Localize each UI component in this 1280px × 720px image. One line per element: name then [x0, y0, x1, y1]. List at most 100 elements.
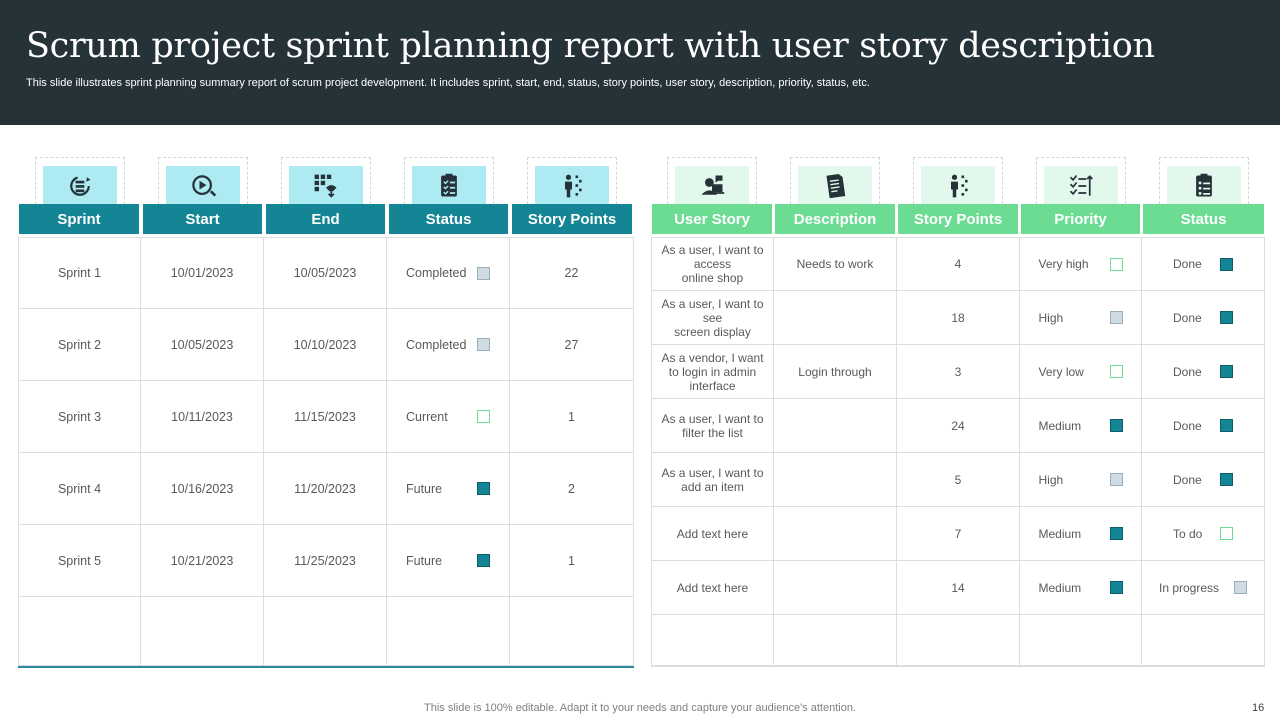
table-cell-start: 10/16/2023: [141, 453, 264, 525]
status-indicator-label: Done: [1173, 364, 1202, 379]
table-cell-points: 2: [510, 453, 634, 525]
cell-text: 4: [954, 257, 962, 271]
table-cell-story: As a user, I want to add an item: [651, 453, 774, 507]
table-cell-priority: High: [1020, 291, 1142, 345]
column-header-end: End: [266, 204, 385, 234]
empty-cell: [264, 597, 387, 666]
sprint-cycle-icon: [43, 166, 117, 205]
table-cell-end: 10/10/2023: [264, 309, 387, 381]
table-cell-points: 4: [897, 237, 1020, 291]
sprint-table-bottom-border: [18, 666, 634, 668]
table-cell-status: Future: [387, 525, 510, 597]
empty-cell: [510, 597, 634, 666]
table-cell-story: Add text here: [651, 561, 774, 615]
table-cell-status: Done: [1142, 399, 1265, 453]
table-cell-story: As a vendor, I want to login in admin in…: [651, 345, 774, 399]
table-cell-status: Done: [1142, 345, 1265, 399]
table-cell-story: As a user, I want to see screen display: [651, 291, 774, 345]
cell-text: As a user, I want to filter the list: [661, 411, 764, 440]
table-cell-points: 1: [510, 381, 634, 453]
table-cell-status: Future: [387, 453, 510, 525]
priority-list-icon: [1044, 166, 1118, 205]
status-indicator-label: To do: [1173, 526, 1203, 541]
status-indicator-label: Completed: [406, 337, 467, 352]
column-icon-tile: [281, 157, 371, 205]
table-cell-description: [774, 399, 897, 453]
status-indicator: Completed: [406, 338, 490, 352]
column-icon-tile: [158, 157, 248, 205]
priority-indicator: Medium: [1039, 527, 1123, 541]
table-cell-end: 11/25/2023: [264, 525, 387, 597]
table-cell-points: 27: [510, 309, 634, 381]
column-header-story-points: Story Points: [512, 204, 632, 234]
empty-cell: [18, 597, 141, 666]
status-indicator-marker: [477, 338, 490, 351]
table-cell-sprint: Sprint 4: [18, 453, 141, 525]
priority-indicator-label: Medium: [1038, 418, 1082, 433]
table-cell-status: Done: [1142, 237, 1265, 291]
priority-indicator: Very low: [1039, 365, 1123, 379]
status-indicator: In progress: [1159, 581, 1247, 595]
table-cell-points: 18: [897, 291, 1020, 345]
table-cell-priority: Medium: [1020, 561, 1142, 615]
column-header-status: Status: [1143, 204, 1264, 234]
table-cell-sprint: Sprint 1: [18, 237, 141, 309]
table-cell-end: 11/20/2023: [264, 453, 387, 525]
empty-cell: [1142, 615, 1265, 666]
status-clipboard-icon: [1167, 166, 1241, 205]
priority-indicator: High: [1039, 473, 1123, 487]
priority-indicator: Very high: [1039, 257, 1123, 271]
status-indicator-marker: [477, 410, 490, 423]
empty-cell: [897, 615, 1020, 666]
status-indicator-label: Done: [1173, 310, 1202, 325]
cell-text: Needs to work: [796, 257, 874, 271]
priority-indicator-marker: [1109, 419, 1123, 432]
table-cell-description: [774, 291, 897, 345]
table-cell-points: 7: [897, 507, 1020, 561]
cell-text: Add text here: [676, 580, 749, 595]
empty-cell: [774, 615, 897, 666]
table-cell-priority: Very low: [1020, 345, 1142, 399]
status-indicator-marker: [1220, 365, 1233, 378]
priority-indicator: High: [1039, 311, 1123, 325]
table-cell-points: 14: [897, 561, 1020, 615]
table-cell-points: 3: [897, 345, 1020, 399]
column-header-user-story: User Story: [652, 204, 772, 234]
cell-text: As a user, I want to access online shop: [661, 243, 764, 285]
user-laptop-icon: [675, 166, 749, 205]
user-story-table-bottom-border: [651, 666, 1265, 667]
priority-indicator-label: Very low: [1038, 364, 1084, 379]
column-header-status: Status: [389, 204, 508, 234]
priority-indicator-marker: [1109, 581, 1123, 594]
status-indicator-marker: [477, 482, 490, 495]
table-cell-description: [774, 453, 897, 507]
column-icon-tile: [527, 157, 617, 205]
empty-cell: [1020, 615, 1142, 666]
table-cell-start: 10/11/2023: [141, 381, 264, 453]
cell-text: 5: [954, 472, 962, 487]
page-number: 16: [1252, 702, 1265, 714]
table-cell-description: Login through: [774, 345, 897, 399]
status-indicator-label: Done: [1173, 418, 1202, 433]
column-header-story-points: Story Points: [898, 204, 1018, 234]
status-indicator-marker: [1220, 257, 1233, 271]
table-cell-points: 5: [897, 453, 1020, 507]
empty-cell: [651, 615, 774, 666]
table-cell-start: 10/21/2023: [141, 525, 264, 597]
priority-indicator-marker: [1109, 527, 1123, 540]
status-indicator: To do: [1173, 527, 1233, 541]
priority-indicator: Medium: [1039, 581, 1123, 595]
table-cell-points: 1: [510, 525, 634, 597]
column-icon-tile: [1036, 157, 1126, 205]
table-cell-status: Completed: [387, 237, 510, 309]
table-cell-sprint: Sprint 5: [18, 525, 141, 597]
priority-indicator-label: Very high: [1038, 257, 1089, 271]
empty-cell: [141, 597, 264, 666]
status-indicator-marker: [477, 266, 490, 280]
table-cell-priority: Very high: [1020, 237, 1142, 291]
status-indicator: Done: [1173, 473, 1233, 487]
table-cell-end: 11/15/2023: [264, 381, 387, 453]
table-cell-status: In progress: [1142, 561, 1265, 615]
priority-indicator-marker: [1109, 257, 1123, 271]
priority-indicator-marker: [1109, 311, 1123, 324]
